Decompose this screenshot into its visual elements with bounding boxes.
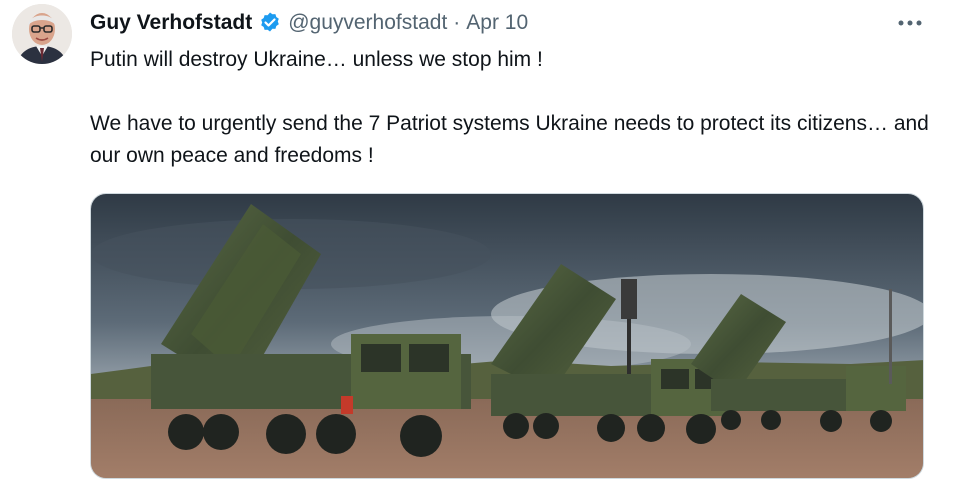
verified-badge-icon[interactable] xyxy=(258,11,282,35)
author-handle[interactable]: @guyverhofstadt xyxy=(288,11,447,35)
avatar-image xyxy=(12,4,72,64)
tweet-header: Guy Verhofstadt @guyverhofstadt · Apr 10 xyxy=(90,9,528,37)
avatar[interactable] xyxy=(12,4,72,64)
patriot-launchers-photo xyxy=(91,194,923,478)
tweet: Guy Verhofstadt @guyverhofstadt · Apr 10… xyxy=(0,0,959,489)
tweet-date[interactable]: Apr 10 xyxy=(466,11,528,35)
separator-dot: · xyxy=(453,11,461,34)
author-name[interactable]: Guy Verhofstadt xyxy=(90,11,252,35)
tweet-text-line2: We have to urgently send the 7 Patriot s… xyxy=(90,112,929,167)
tweet-text: Putin will destroy Ukraine… unless we st… xyxy=(90,44,940,172)
tweet-media[interactable] xyxy=(90,193,924,479)
more-options-icon[interactable] xyxy=(897,10,923,36)
tweet-text-line1: Putin will destroy Ukraine… unless we st… xyxy=(90,48,543,71)
